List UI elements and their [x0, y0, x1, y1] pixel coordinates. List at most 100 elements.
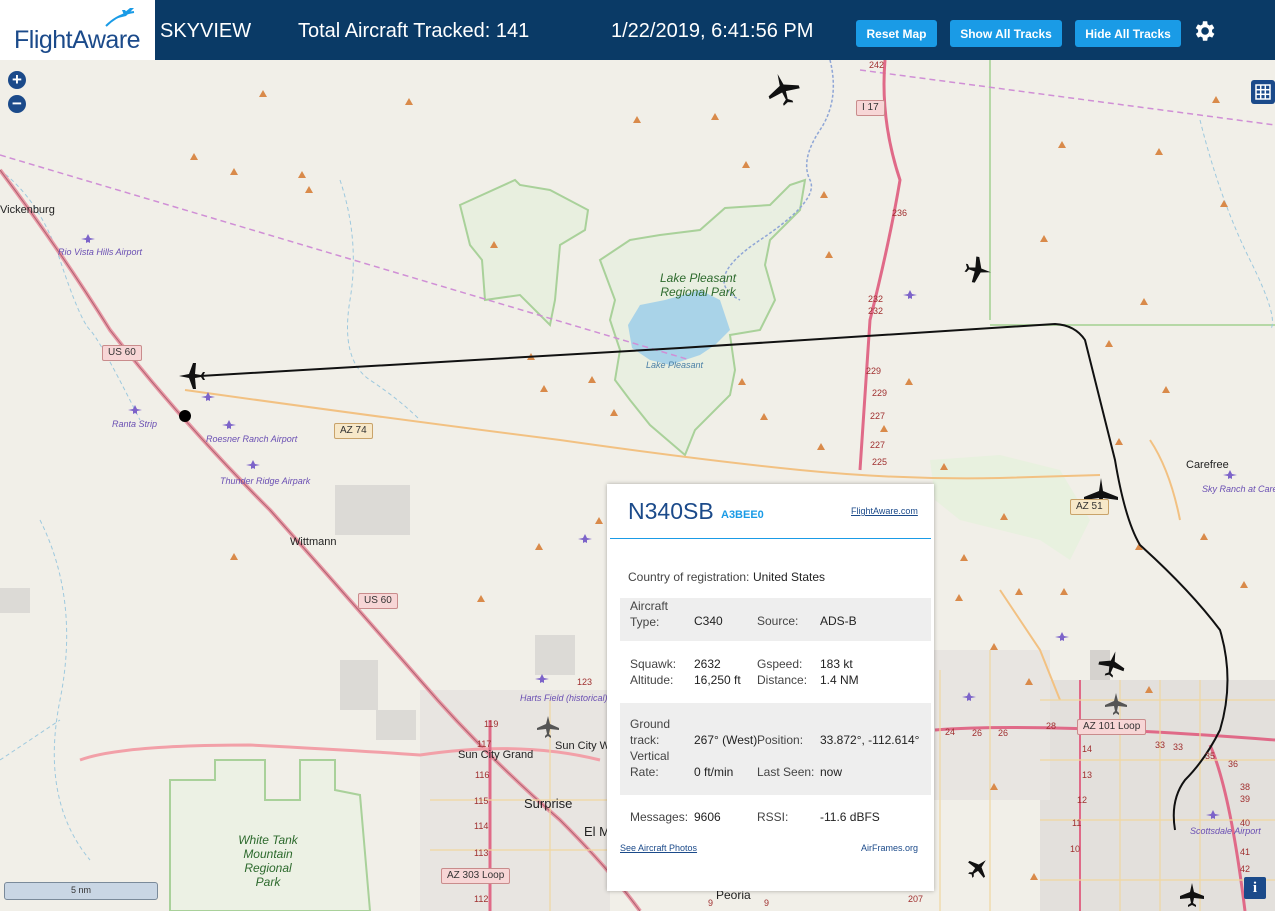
rssi-label: RSSI:	[757, 810, 789, 824]
route-number: 232	[868, 306, 884, 316]
route-number: 26	[972, 728, 983, 738]
settings-gear-icon[interactable]	[1191, 18, 1217, 44]
route-number: 26	[998, 728, 1009, 738]
zoom-out-button[interactable]: −	[8, 95, 26, 113]
aircraft-icon[interactable]	[764, 70, 802, 108]
ground-track-label: Ground track:	[630, 717, 671, 747]
layers-grid-icon[interactable]	[1251, 80, 1275, 104]
route-number: 227	[870, 411, 886, 421]
squawk-value: 2632	[694, 657, 721, 671]
messages-label: Messages:	[630, 810, 689, 824]
hide-all-tracks-button[interactable]: Hide All Tracks	[1075, 20, 1181, 47]
road-shield: AZ 74	[334, 423, 373, 439]
aircraft-icon[interactable]	[534, 713, 562, 741]
scale-label: 5 nm	[70, 885, 91, 895]
callsign: N340SB	[628, 498, 714, 524]
aircraft-count: Total Aircraft Tracked: 141	[298, 20, 530, 42]
zoom-in-button[interactable]: +	[8, 71, 26, 89]
route-number: 112	[474, 894, 489, 904]
source-value: ADS-B	[820, 614, 857, 628]
aircraft-icon[interactable]	[1102, 690, 1130, 718]
aircraft-icon[interactable]	[962, 254, 994, 286]
airport-label: Thunder Ridge Airpark	[220, 476, 311, 486]
place-label: Vickenburg	[0, 204, 55, 216]
route-number: 28	[1046, 721, 1057, 731]
country-row: Country of registration: United States	[620, 566, 931, 588]
route-number: 242	[869, 60, 885, 70]
place-label: Carefree	[1186, 459, 1229, 471]
route-number: 14	[1082, 744, 1093, 754]
messages-value: 9606	[694, 810, 721, 824]
track-row: Ground track: 267° (West) Position: 33.8…	[620, 703, 931, 795]
road-shield: AZ 303 Loop	[441, 868, 511, 884]
route-number: 229	[866, 366, 882, 376]
route-number: 115	[474, 796, 489, 806]
route-number: 236	[892, 208, 908, 218]
current-datetime: 1/22/2019, 6:41:56 PM	[611, 20, 814, 42]
route-number: 119	[484, 719, 499, 729]
place-label: Sun City W	[555, 740, 611, 752]
aircraft-info-panel: N340SB A3BEE0 FlightAware.com Country of…	[607, 484, 934, 891]
reset-map-button[interactable]: Reset Map	[856, 20, 937, 47]
airport-label: Rio Vista Hills Airport	[58, 247, 143, 257]
lake-label: Lake Pleasant	[646, 360, 704, 370]
route-number: 123	[577, 677, 593, 687]
route-number: 232	[868, 294, 884, 304]
altitude-label: Altitude:	[630, 673, 674, 687]
aircraft-icon[interactable]	[1096, 648, 1128, 680]
airport-label: Harts Field (historical)	[520, 693, 608, 703]
route-number: 11	[1072, 818, 1082, 828]
selected-aircraft-icon[interactable]	[176, 360, 208, 392]
flightaware-link[interactable]: FlightAware.com	[851, 506, 918, 516]
route-number: 36	[1228, 759, 1239, 769]
route-number: 113	[474, 848, 489, 858]
airport-label: Scottsdale Airport	[1190, 826, 1261, 836]
route-number: 13	[1082, 770, 1093, 780]
position-label: Position:	[757, 733, 804, 747]
icao-hex: A3BEE0	[721, 509, 764, 521]
airframes-link[interactable]: AirFrames.org	[861, 843, 918, 853]
distance-label: Distance:	[757, 673, 808, 687]
distance-value: 1.4 NM	[820, 673, 859, 687]
route-number: 38	[1240, 782, 1251, 792]
route-number: 40	[1240, 818, 1251, 828]
route-number: 117	[477, 739, 492, 749]
squawk-label: Squawk:	[630, 657, 677, 671]
route-number: 33	[1155, 740, 1166, 750]
route-number: 9	[708, 898, 714, 908]
flightaware-logo[interactable]: FlightAware	[0, 0, 155, 60]
logo-text: FlightAware	[14, 26, 141, 54]
position-value: 33.872°, -112.614°	[820, 733, 920, 747]
country-value: United States	[753, 570, 826, 584]
route-number: 227	[870, 440, 886, 450]
ground-track-value: 267° (West)	[694, 733, 758, 747]
messages-row: Messages: 9606 RSSI: -11.6 dBFS	[620, 808, 931, 828]
route-number: 42	[1240, 864, 1251, 874]
place-label: Wittmann	[290, 536, 337, 548]
route-number: 39	[1240, 794, 1251, 804]
source-label: Source:	[757, 614, 799, 628]
type-value: C340	[694, 614, 723, 628]
aircraft-icon[interactable]	[1177, 880, 1207, 910]
airport-label: Ranta Strip	[112, 419, 158, 429]
info-icon[interactable]: i	[1244, 877, 1266, 899]
gspeed-label: Gspeed:	[757, 657, 803, 671]
country-label: Country of registration:	[628, 570, 750, 584]
airport-label: Roesner Ranch Airport	[206, 434, 298, 444]
route-number: 116	[475, 770, 490, 780]
route-number: 114	[474, 821, 489, 831]
aircraft-photos-link[interactable]: See Aircraft Photos	[620, 843, 697, 853]
top-bar: FlightAware SKYVIEW Total Aircraft Track…	[0, 0, 1275, 60]
route-number: 9	[764, 898, 770, 908]
road-shield: US 60	[358, 593, 398, 609]
aircraft-icon[interactable]	[964, 854, 992, 882]
place-label: Surprise	[524, 796, 573, 811]
squawk-row: Squawk: 2632 Gspeed: 183 kt Altitude: 16…	[620, 655, 931, 691]
road-shield: AZ 51	[1070, 499, 1109, 515]
divider	[610, 538, 931, 539]
show-all-tracks-button[interactable]: Show All Tracks	[950, 20, 1062, 47]
vertical-rate-value: 0 ft/min	[694, 765, 734, 779]
route-number: 35	[1205, 751, 1216, 761]
route-number: 41	[1240, 847, 1251, 857]
gspeed-value: 183 kt	[820, 657, 853, 671]
